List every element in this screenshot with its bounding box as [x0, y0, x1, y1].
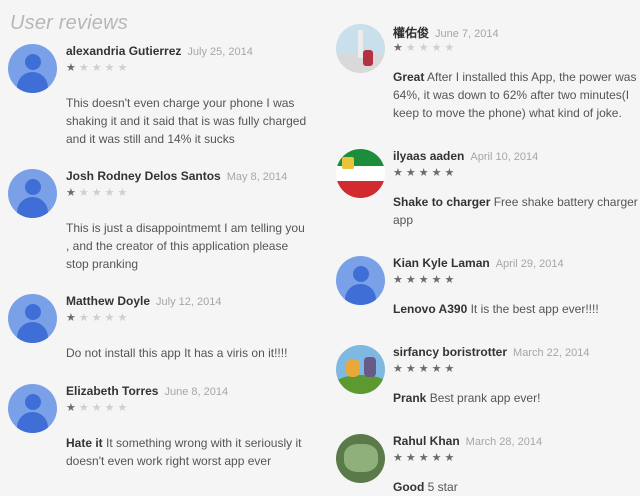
star-icon: ★ [444, 274, 458, 286]
star-icon: ★ [431, 452, 445, 464]
star-icon: ★ [431, 274, 445, 286]
star-icon: ★ [418, 274, 432, 286]
review-text: Lenovo A390 It is the best app ever!!!! [393, 302, 599, 316]
star-icon: ★ [405, 452, 419, 464]
star-icon: ★ [393, 363, 406, 375]
star-icon: ★ [66, 187, 79, 199]
star-icon: ★ [91, 62, 105, 74]
review-text: This doesn't even charge your phone I wa… [66, 96, 307, 146]
review-date: July 25, 2014 [187, 46, 253, 58]
star-icon: ★ [78, 402, 92, 414]
star-rating: ★★★★★ [393, 273, 457, 286]
star-icon: ★ [78, 187, 92, 199]
star-icon: ★ [405, 167, 419, 179]
page-title: User reviews [10, 12, 128, 34]
star-icon: ★ [405, 363, 419, 375]
star-icon: ★ [91, 402, 105, 414]
review-author[interactable]: Rahul Khan March 28, 2014 [393, 434, 542, 448]
star-icon: ★ [117, 402, 131, 414]
star-icon: ★ [104, 187, 118, 199]
star-icon: ★ [66, 62, 79, 74]
star-rating: ★★★★★ [66, 61, 130, 74]
star-rating: ★★★★★ [393, 362, 457, 375]
star-icon: ★ [393, 452, 406, 464]
star-icon: ★ [431, 363, 445, 375]
review-author[interactable]: Kian Kyle Laman April 29, 2014 [393, 256, 564, 270]
star-icon: ★ [418, 363, 432, 375]
star-icon: ★ [405, 274, 419, 286]
review-date: June 8, 2014 [164, 386, 229, 398]
review-date: April 10, 2014 [470, 151, 539, 163]
review-author[interactable]: sirfancy boristrotter March 22, 2014 [393, 345, 589, 359]
review-author[interactable]: 權佑俊 June 7, 2014 [393, 24, 499, 41]
star-icon: ★ [444, 363, 458, 375]
default-avatar-icon[interactable] [8, 44, 57, 93]
review-text: Shake to charger Free shake battery char… [393, 195, 638, 227]
star-icon: ★ [405, 42, 419, 54]
review-text: Great After I installed this App, the po… [393, 70, 637, 120]
star-rating: ★★★★★ [66, 401, 130, 414]
review-author[interactable]: alexandria Gutierrez July 25, 2014 [66, 44, 253, 58]
review-author[interactable]: ilyaas aaden April 10, 2014 [393, 149, 538, 163]
review-date: June 7, 2014 [435, 28, 499, 40]
star-rating: ★★★★★ [393, 166, 457, 179]
star-rating: ★★★★★ [66, 311, 130, 324]
green-photo-avatar[interactable] [336, 434, 385, 483]
star-icon: ★ [393, 274, 406, 286]
star-icon: ★ [78, 312, 92, 324]
star-icon: ★ [117, 187, 131, 199]
star-icon: ★ [444, 452, 458, 464]
review-date: July 12, 2014 [156, 296, 222, 308]
review-text: Do not install this app It has a viris o… [66, 346, 288, 360]
star-icon: ★ [393, 42, 406, 54]
review-text: This is just a disappointmemt I am telli… [66, 221, 305, 271]
review-text: Prank Best prank app ever! [393, 391, 541, 405]
review-date: May 8, 2014 [226, 171, 288, 183]
star-icon: ★ [117, 62, 131, 74]
review-author[interactable]: Josh Rodney Delos Santos May 8, 2014 [66, 169, 287, 183]
default-avatar-icon[interactable] [8, 384, 57, 433]
review-text: Good 5 star [393, 480, 458, 494]
star-icon: ★ [431, 167, 445, 179]
review-date: March 22, 2014 [513, 347, 590, 359]
default-avatar-icon[interactable] [8, 169, 57, 218]
review-date: March 28, 2014 [465, 436, 543, 448]
monument-photo-avatar[interactable] [336, 24, 385, 73]
star-icon: ★ [418, 167, 432, 179]
star-icon: ★ [91, 312, 105, 324]
star-icon: ★ [117, 312, 131, 324]
default-avatar-icon[interactable] [8, 294, 57, 343]
star-icon: ★ [104, 62, 118, 74]
star-rating: ★★★★★ [393, 451, 457, 464]
review-date: April 29, 2014 [495, 258, 564, 270]
star-rating: ★★★★★ [393, 41, 457, 54]
star-icon: ★ [393, 167, 406, 179]
star-icon: ★ [91, 187, 105, 199]
star-icon: ★ [444, 167, 458, 179]
star-icon: ★ [66, 402, 79, 414]
cartoon-avatar[interactable] [336, 345, 385, 394]
star-icon: ★ [418, 452, 432, 464]
star-icon: ★ [104, 312, 118, 324]
star-icon: ★ [78, 62, 92, 74]
review-author[interactable]: Matthew Doyle July 12, 2014 [66, 294, 221, 308]
star-icon: ★ [418, 42, 432, 54]
star-icon: ★ [104, 402, 118, 414]
flag-avatar[interactable] [336, 149, 385, 198]
star-icon: ★ [444, 42, 458, 54]
star-rating: ★★★★★ [66, 186, 130, 199]
review-author[interactable]: Elizabeth Torres June 8, 2014 [66, 384, 228, 398]
review-text: Hate it It something wrong with it serio… [66, 436, 302, 468]
star-icon: ★ [431, 42, 445, 54]
default-avatar-icon[interactable] [336, 256, 385, 305]
star-icon: ★ [66, 312, 79, 324]
